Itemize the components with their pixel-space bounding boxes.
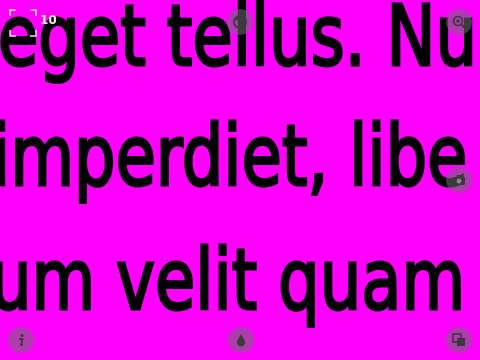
page-counter: 10: [40, 13, 57, 27]
fullscreen-icon[interactable]: [8, 8, 38, 38]
copy-button[interactable]: [446, 327, 472, 353]
text-line-3: um velit quam: [0, 231, 466, 329]
camera-button[interactable]: [446, 167, 472, 193]
drop-icon: [237, 334, 245, 347]
info-button[interactable]: [8, 327, 34, 353]
copy-icon: [452, 333, 465, 346]
no-symbol-icon: [233, 15, 247, 29]
text-line-2: imperdiet, libe: [0, 107, 469, 205]
info-icon: [19, 334, 24, 346]
zoom-in-button[interactable]: [446, 9, 472, 35]
color-drop-button[interactable]: [228, 327, 254, 353]
document-text: eget tellus. Nu imperdiet, libe um velit…: [0, 0, 480, 360]
no-symbol-button[interactable]: [227, 9, 253, 35]
zoom-in-icon: [452, 15, 466, 29]
camera-icon: [453, 175, 465, 185]
